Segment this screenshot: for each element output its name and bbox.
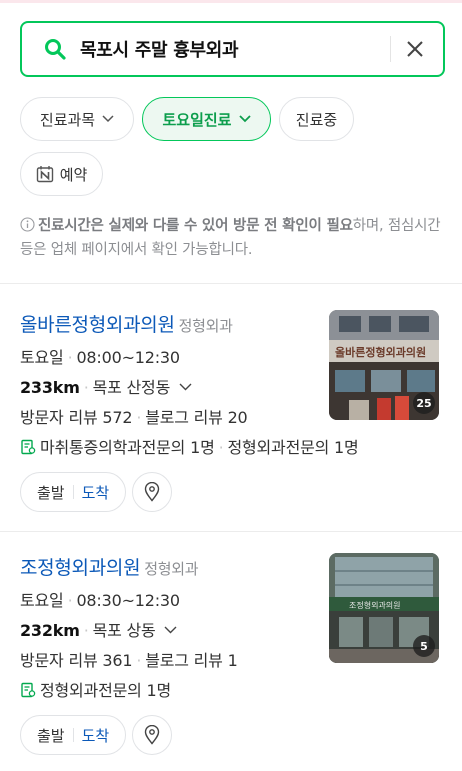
result-title-row: 조정형외과의원 정형외과 xyxy=(20,553,199,580)
filter-reservation-label: 예약 xyxy=(59,165,88,184)
route-button[interactable]: 출발 도착 xyxy=(20,472,127,512)
visitor-reviews[interactable]: 방문자 리뷰 572 xyxy=(20,408,133,427)
search-query[interactable]: 목포시 주말 흉부외과 xyxy=(80,36,390,62)
photo-count: 5 xyxy=(413,635,435,657)
filter-department[interactable]: 진료과목 xyxy=(20,97,134,141)
depart-label[interactable]: 출발 xyxy=(37,725,65,746)
filter-saturday-label: 토요일진료 xyxy=(162,110,232,129)
chevron-down-icon xyxy=(238,115,251,123)
result-distance: 233km xyxy=(20,378,80,397)
arrive-label[interactable]: 도착 xyxy=(82,482,110,503)
specialist-1: 정형외과전문의 1명 xyxy=(40,681,172,700)
result-time: 08:30~12:30 xyxy=(76,591,180,610)
blog-reviews[interactable]: 블로그 리뷰 1 xyxy=(145,651,238,670)
map-pin-button[interactable] xyxy=(132,472,173,512)
info-icon xyxy=(20,217,35,232)
result-actions: 출발 도착 xyxy=(20,472,173,512)
divider xyxy=(0,531,462,532)
route-button[interactable]: 출발 도착 xyxy=(20,715,127,755)
result-distance: 232km xyxy=(20,621,80,640)
hours-notice: 진료시간은 실제와 다를 수 있어 방문 전 확인이 필요하며, 점심시간 등은… xyxy=(20,214,445,262)
visitor-reviews[interactable]: 방문자 리뷰 361 xyxy=(20,651,133,670)
svg-text:올바른정형외과의원: 올바른정형외과의원 xyxy=(335,345,426,359)
result-hours: 토요일 · 08:30~12:30 xyxy=(20,591,180,610)
filter-saturday[interactable]: 토요일진료 xyxy=(142,97,271,141)
filter-open-now[interactable]: 진료중 xyxy=(279,97,354,141)
map-pin-icon xyxy=(145,482,160,502)
result-time: 08:00~12:30 xyxy=(76,348,180,367)
divider xyxy=(0,283,462,284)
result-category: 정형외과 xyxy=(178,317,233,335)
search-icon xyxy=(45,39,66,60)
result-photo[interactable]: 조정형외과의원 5 xyxy=(329,553,439,663)
result-location[interactable]: 233km · 목포 산정동 xyxy=(20,374,192,398)
map-pin-button[interactable] xyxy=(132,715,173,755)
result-reviews: 방문자 리뷰 361 · 블로그 리뷰 1 xyxy=(20,651,238,670)
chevron-down-icon xyxy=(179,383,192,391)
svg-text:조정형외과의원: 조정형외과의원 xyxy=(349,600,401,610)
map-pin-icon xyxy=(145,725,160,745)
result-specialists: 정형외과전문의 1명 xyxy=(20,677,171,701)
search-divider xyxy=(390,36,391,62)
result-name[interactable]: 조정형외과의원 xyxy=(20,557,141,579)
blog-reviews[interactable]: 블로그 리뷰 20 xyxy=(145,408,248,427)
result-reviews: 방문자 리뷰 572 · 블로그 리뷰 20 xyxy=(20,408,248,427)
filter-reservation[interactable]: 예약 xyxy=(20,152,103,196)
certificate-icon xyxy=(21,682,36,698)
result-day: 토요일 xyxy=(20,591,64,610)
result-category: 정형외과 xyxy=(144,560,199,578)
result-day: 토요일 xyxy=(20,348,64,367)
filter-department-label: 진료과목 xyxy=(39,110,96,129)
result-item: 올바른정형외과의원 정형외과 토요일 · 08:00~12:30 233km · 목포 산… xyxy=(0,310,462,515)
notice-bold-text: 진료시간은 실제와 다를 수 있어 방문 전 확인이 필요 xyxy=(38,218,353,234)
certificate-icon xyxy=(21,439,36,455)
calendar-icon xyxy=(36,166,53,183)
specialist-2: 정형외과전문의 1명 xyxy=(227,438,359,457)
result-item: 조정형외과의원 정형외과 토요일 · 08:30~12:30 232km · 목포 상동 … xyxy=(0,553,462,758)
result-name[interactable]: 올바른정형외과의원 xyxy=(20,314,175,336)
result-specialists: 마취통증의학과전문의 1명 · 정형외과전문의 1명 xyxy=(20,434,359,458)
chevron-down-icon xyxy=(102,115,114,123)
close-icon[interactable] xyxy=(405,39,425,59)
result-photo[interactable]: 올바른정형외과의원 25 xyxy=(329,310,439,420)
arrive-label[interactable]: 도착 xyxy=(82,725,110,746)
result-actions: 출발 도착 xyxy=(20,715,173,755)
result-location[interactable]: 232km · 목포 상동 xyxy=(20,617,177,641)
result-area: 목포 산정동 xyxy=(92,378,171,397)
result-title-row: 올바른정형외과의원 정형외과 xyxy=(20,310,233,337)
photo-count: 25 xyxy=(413,392,435,414)
chevron-down-icon xyxy=(164,626,177,634)
specialist-1: 마취통증의학과전문의 1명 xyxy=(40,438,215,457)
result-area: 목포 상동 xyxy=(92,621,156,640)
filter-open-now-label: 진료중 xyxy=(295,110,338,129)
top-accent-line xyxy=(0,0,462,3)
search-box[interactable]: 목포시 주말 흉부외과 xyxy=(20,21,445,77)
depart-label[interactable]: 출발 xyxy=(37,482,65,503)
result-hours: 토요일 · 08:00~12:30 xyxy=(20,348,180,367)
